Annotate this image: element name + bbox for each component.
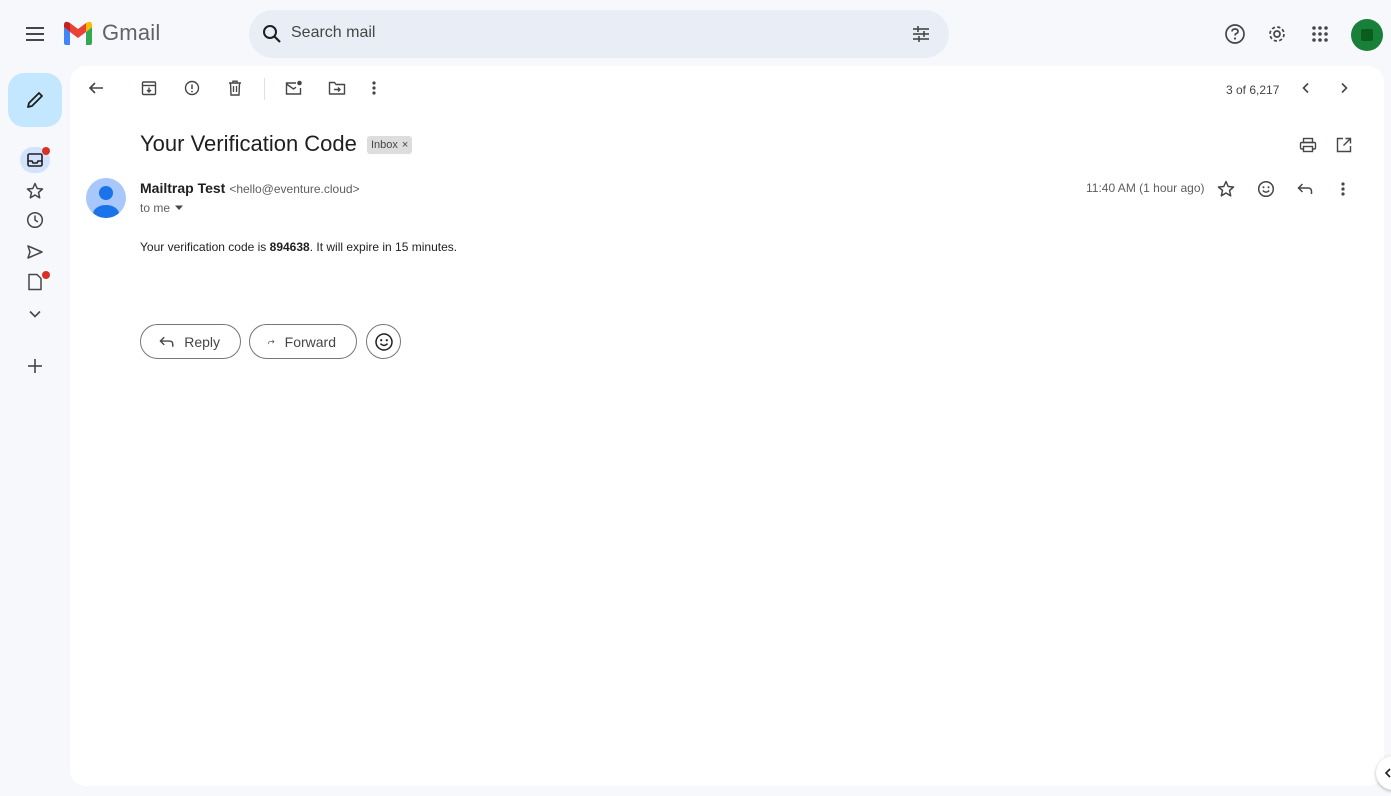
search-options-icon[interactable] [909, 23, 933, 45]
sender-email: <hello@eventure.cloud> [229, 182, 360, 196]
chevron-left-icon [1384, 768, 1391, 778]
message-view: 3 of 6,217 Your Verification Code Inbox … [70, 66, 1384, 786]
forward-label: Forward [284, 333, 336, 350]
archive-icon[interactable] [139, 78, 159, 98]
delete-trash-icon[interactable] [225, 78, 245, 98]
left-rail [0, 66, 70, 796]
search-bar[interactable]: Search mail [249, 10, 949, 58]
main-menu-icon[interactable] [22, 21, 48, 47]
settings-gear-icon[interactable] [1265, 22, 1289, 46]
message-body: Your verification code is 894638. It wil… [140, 240, 457, 254]
verification-code: 894638 [269, 240, 310, 254]
recipient-details[interactable]: to me [140, 201, 184, 215]
emoji-reaction-button[interactable] [366, 324, 401, 359]
gmail-logo[interactable]: Gmail [62, 20, 160, 46]
pencil-icon [27, 92, 43, 108]
sent-icon[interactable] [24, 241, 46, 263]
forward-arrow-icon [268, 339, 275, 344]
add-reaction-emoji-icon[interactable] [1256, 178, 1276, 200]
reply-label: Reply [184, 333, 220, 350]
report-spam-icon[interactable] [182, 78, 202, 98]
star-icon[interactable] [1216, 178, 1236, 200]
forward-button[interactable]: Forward [249, 324, 357, 359]
more-vert-icon[interactable] [366, 78, 382, 98]
back-arrow-icon[interactable] [86, 78, 106, 98]
caret-down-icon [175, 205, 184, 210]
account-avatar[interactable] [1351, 19, 1383, 51]
inbox-unread-dot [42, 147, 50, 155]
move-to-folder-icon[interactable] [326, 78, 348, 98]
apps-grid-icon[interactable] [1309, 23, 1331, 45]
app-name: Gmail [102, 20, 161, 45]
older-chevron-right-icon[interactable] [1334, 78, 1354, 98]
message-time: 11:40 AM (1 hour ago) [1086, 181, 1205, 195]
top-bar: Gmail Search mail [0, 0, 1391, 66]
reply-icon[interactable] [1295, 178, 1315, 200]
smiley-icon [374, 332, 393, 351]
newer-chevron-left-icon[interactable] [1296, 78, 1316, 98]
recipient-label: to me [140, 201, 171, 215]
sender-avatar[interactable] [86, 178, 126, 218]
mark-unread-icon[interactable] [283, 78, 305, 98]
starred-icon[interactable] [24, 180, 46, 202]
search-input[interactable]: Search mail [291, 24, 375, 42]
search-icon[interactable] [261, 23, 283, 45]
reply-button[interactable]: Reply [140, 324, 241, 359]
more-chevron-down-icon[interactable] [24, 303, 46, 325]
print-icon[interactable] [1298, 135, 1318, 155]
compose-button[interactable] [8, 73, 62, 127]
help-icon[interactable] [1223, 22, 1247, 46]
message-count: 3 of 6,217 [1226, 83, 1280, 97]
toolbar-divider [264, 78, 265, 100]
sender-name[interactable]: Mailtrap Test [140, 180, 225, 196]
message-subject: Your Verification Code [140, 131, 357, 156]
inbox-label-chip[interactable]: Inbox × [367, 136, 413, 154]
sender-line: Mailtrap Test <hello@eventure.cloud> [140, 180, 360, 196]
reply-arrow-icon [159, 336, 174, 347]
snoozed-clock-icon[interactable] [24, 209, 46, 231]
open-in-new-window-icon[interactable] [1334, 135, 1354, 155]
label-name: Inbox [371, 139, 398, 151]
body-text-after: . It will expire in 15 minutes. [309, 240, 458, 254]
body-text-before: Your verification code is [140, 240, 270, 254]
drafts-dot [42, 271, 50, 279]
remove-label-button[interactable]: × [402, 139, 408, 151]
message-more-vert-icon[interactable] [1335, 178, 1351, 200]
gmail-m-icon [64, 21, 92, 45]
create-label-plus-icon[interactable] [24, 355, 46, 377]
